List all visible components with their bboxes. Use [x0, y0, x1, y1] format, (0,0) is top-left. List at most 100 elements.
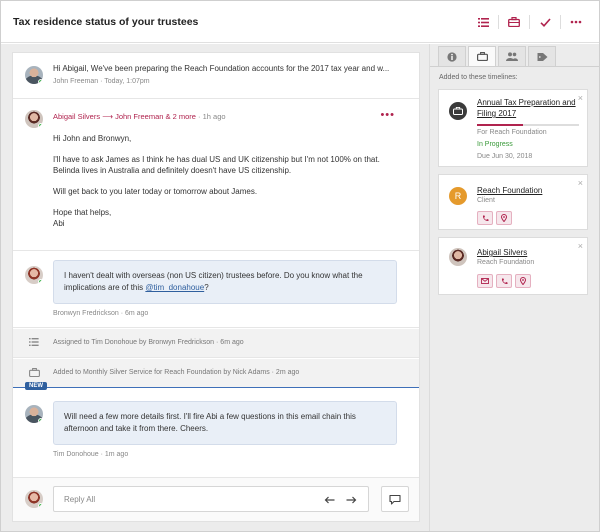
avatar — [25, 490, 43, 508]
reply-input[interactable]: Reply All — [53, 486, 369, 512]
check-icon — [539, 17, 551, 27]
email-signature: Abi — [53, 219, 65, 228]
comment-text: ? — [204, 283, 209, 292]
recipients-link[interactable]: John Freeman & 2 more — [115, 112, 196, 121]
phone-icon — [501, 278, 507, 284]
online-indicator — [38, 503, 43, 508]
briefcase-button[interactable] — [501, 14, 527, 30]
location-pin-icon — [501, 214, 507, 222]
divider — [560, 15, 561, 29]
tab-people[interactable] — [498, 46, 526, 66]
due-date: Due Jun 30, 2018 — [477, 153, 533, 160]
client-name-link[interactable]: Reach Foundation — [477, 185, 542, 196]
sidebar: Added to these timelines: × Annual Tax P… — [429, 44, 600, 531]
online-indicator — [38, 123, 43, 128]
email-message: Abigail Silvers ⟶ John Freeman & 2 more … — [13, 100, 419, 251]
reply-button[interactable] — [322, 493, 336, 507]
location-button[interactable] — [496, 211, 512, 225]
list-icon — [29, 338, 39, 346]
list-button[interactable] — [470, 14, 496, 30]
message-meta: John Freeman · Today, 1:07pm — [53, 78, 150, 85]
activity-text: Assigned to Tim Donohoue by Bronwyn Fred… — [53, 339, 244, 346]
new-divider — [13, 387, 419, 388]
header-actions — [470, 14, 589, 30]
section-label: Added to these timelines: — [439, 74, 518, 81]
mention-link[interactable]: @tim_donahoue — [145, 283, 204, 292]
avatar — [25, 405, 43, 423]
contact-card[interactable]: × Abigail Silvers Reach Foundation — [438, 237, 588, 295]
comment-button[interactable] — [381, 486, 409, 512]
contact-actions — [477, 274, 534, 288]
email-button[interactable] — [477, 274, 493, 288]
client-role: Client — [477, 197, 495, 204]
comment-meta: Tim Donohoue · 1m ago — [53, 451, 129, 458]
call-button[interactable] — [496, 274, 512, 288]
online-indicator — [38, 418, 43, 423]
client-actions — [477, 211, 515, 225]
comment-bubble: I haven't dealt with overseas (non US ci… — [53, 260, 397, 304]
comment: Will need a few more details first. I'll… — [13, 389, 419, 477]
tab-tags[interactable] — [528, 46, 556, 66]
comment-bubble: Will need a few more details first. I'll… — [53, 401, 397, 445]
complete-button[interactable] — [532, 14, 558, 30]
close-icon[interactable]: × — [578, 241, 583, 251]
avatar — [25, 66, 43, 84]
timeline-title-link[interactable]: Annual Tax Preparation and Filing 2017 — [477, 97, 587, 119]
tag-icon — [537, 52, 547, 61]
comment-meta: Bronwyn Fredrickson · 6m ago — [53, 310, 149, 317]
close-icon[interactable]: × — [578, 178, 583, 188]
divider — [430, 66, 600, 67]
status-badge: In Progress — [477, 141, 513, 148]
arrow-icon: ⟶ — [102, 112, 113, 121]
page-title: Tax residence status of your trustees — [13, 16, 199, 28]
list-icon — [477, 17, 489, 27]
activity-row: Assigned to Tim Donohoue by Bronwyn Fred… — [13, 329, 419, 358]
comment-text: I haven't dealt with overseas (non US ci… — [64, 271, 363, 292]
email-paragraph: Will get back to you later today or tomo… — [53, 187, 258, 196]
email-header: Abigail Silvers ⟶ John Freeman & 2 more … — [53, 112, 226, 121]
divider — [498, 15, 499, 29]
message-snippet: Hi Abigail, We've been preparing the Rea… — [53, 64, 390, 73]
window: Tax residence status of your trustees Hi — [0, 0, 600, 532]
tab-timelines[interactable] — [468, 46, 496, 66]
email-paragraph: Hi John and Bronwyn, — [53, 134, 132, 143]
phone-icon — [482, 215, 488, 221]
divider — [529, 15, 530, 29]
forward-icon — [346, 496, 356, 504]
tab-info[interactable] — [438, 46, 466, 66]
collapsed-message[interactable]: Hi Abigail, We've been preparing the Rea… — [13, 53, 419, 99]
progress-fill — [477, 124, 523, 126]
forward-button[interactable] — [344, 493, 358, 507]
timeline-card[interactable]: × Annual Tax Preparation and Filing 2017… — [438, 89, 588, 167]
activity-row: Added to Monthly Silver Service for Reac… — [13, 359, 419, 388]
contact-org: Reach Foundation — [477, 259, 535, 266]
more-button[interactable] — [563, 14, 589, 30]
briefcase-icon — [508, 17, 520, 27]
mail-icon — [481, 278, 489, 284]
online-indicator — [38, 79, 43, 84]
location-button[interactable] — [515, 274, 531, 288]
sender-link[interactable]: Abigail Silvers — [53, 112, 100, 121]
briefcase-icon — [449, 102, 467, 120]
reply-placeholder: Reply All — [64, 495, 96, 504]
activity-text: Added to Monthly Silver Service for Reac… — [53, 369, 300, 376]
reply-icon — [324, 496, 334, 504]
sidebar-tabs — [438, 46, 558, 66]
chat-bubble-icon — [389, 494, 401, 505]
conversation-pane: Hi Abigail, We've been preparing the Rea… — [1, 44, 429, 531]
more-dots-icon — [570, 20, 582, 24]
message-time: · 1h ago — [198, 112, 226, 121]
avatar — [25, 110, 43, 128]
client-avatar: R — [449, 187, 467, 205]
info-icon — [447, 51, 457, 62]
client-card[interactable]: × R Reach Foundation Client — [438, 174, 588, 230]
briefcase-icon — [29, 368, 40, 377]
avatar — [25, 266, 43, 284]
briefcase-icon — [476, 52, 488, 61]
contact-name-link[interactable]: Abigail Silvers — [477, 247, 527, 258]
reply-bar: Reply All — [13, 477, 419, 521]
more-dots-icon[interactable]: ••• — [380, 109, 395, 121]
call-button[interactable] — [477, 211, 493, 225]
timeline-for: For Reach Foundation — [477, 129, 547, 136]
email-paragraph: Hope that helps, — [53, 208, 112, 217]
